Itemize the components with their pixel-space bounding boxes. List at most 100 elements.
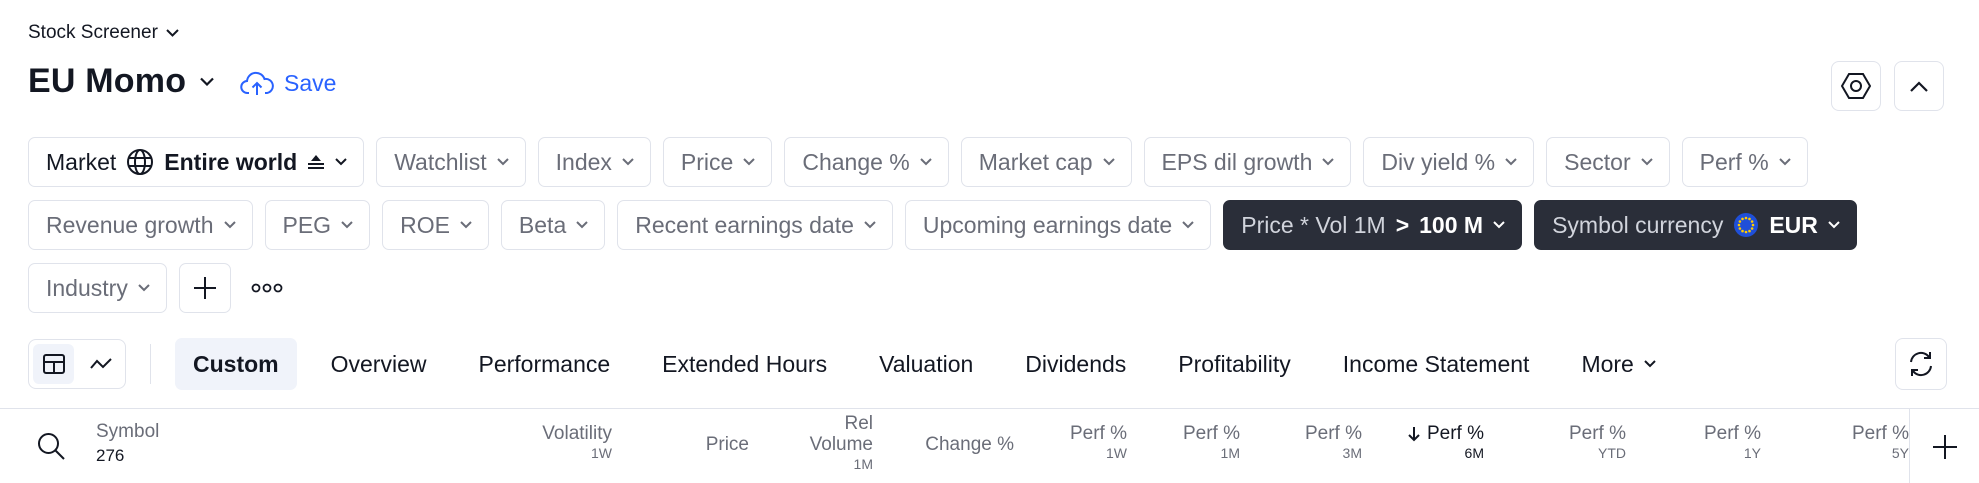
tab-income-statement[interactable]: Income Statement xyxy=(1325,338,1548,390)
column-perf-ytd[interactable]: Perf % YTD xyxy=(1569,423,1626,462)
filter-market-cap[interactable]: Market cap xyxy=(960,137,1132,187)
tab-extended-hours[interactable]: Extended Hours xyxy=(644,338,845,390)
save-label: Save xyxy=(284,70,337,96)
column-perf-1w[interactable]: Perf % 1W xyxy=(1070,423,1127,462)
column-label: Perf % xyxy=(1703,423,1761,444)
column-label: Rel Volume xyxy=(809,413,873,455)
column-perf-5y[interactable]: Perf % 5Y xyxy=(1852,423,1909,462)
filter-label: Industry xyxy=(46,274,128,301)
chevron-down-icon xyxy=(1493,221,1505,229)
column-rel-volume-1m[interactable]: Rel Volume 1M xyxy=(803,413,873,473)
column-volatility-1w[interactable]: Volatility 1W xyxy=(542,423,612,462)
filter-change-percent[interactable]: Change % xyxy=(784,137,949,187)
chevron-down-icon xyxy=(1182,221,1194,229)
tab-more-label: More xyxy=(1581,350,1634,377)
filter-price-vol-operator: > xyxy=(1395,211,1410,238)
save-button[interactable]: Save xyxy=(240,70,336,97)
sort-lines-icon xyxy=(308,155,325,169)
collapse-button[interactable] xyxy=(1894,61,1944,111)
chevron-down-icon xyxy=(1640,158,1653,166)
filter-price-vol[interactable]: Price * Vol 1M > 100 M xyxy=(1223,200,1523,250)
screener-title: Stock Screener xyxy=(28,22,158,43)
column-sub: 1M xyxy=(1220,445,1240,461)
tab-more[interactable]: More xyxy=(1563,338,1673,390)
screen-name-selector[interactable]: EU Momo xyxy=(28,62,214,101)
column-perf-1m[interactable]: Perf % 1M xyxy=(1183,423,1240,462)
filter-beta[interactable]: Beta xyxy=(500,200,606,250)
tab-profitability[interactable]: Profitability xyxy=(1160,338,1308,390)
refresh-button[interactable] xyxy=(1895,338,1947,390)
filter-label: EPS dil growth xyxy=(1161,148,1313,175)
eu-flag-icon xyxy=(1734,213,1759,237)
filter-sector[interactable]: Sector xyxy=(1546,137,1670,187)
symbol-header-label: Symbol xyxy=(96,421,160,442)
filter-label: Sector xyxy=(1564,148,1631,175)
filter-eps-dil-growth[interactable]: EPS dil growth xyxy=(1143,137,1352,187)
screen-name: EU Momo xyxy=(28,62,187,100)
filter-index[interactable]: Index xyxy=(537,137,651,187)
filter-market-value: Entire world xyxy=(164,148,298,175)
column-price[interactable]: Price xyxy=(706,434,749,455)
column-set-tabs: Custom Overview Performance Extended Hou… xyxy=(28,338,1690,390)
screener-menu[interactable]: Stock Screener xyxy=(28,22,179,44)
column-perf-1y[interactable]: Perf % 1Y xyxy=(1704,423,1761,462)
filters-row-2: Revenue growth PEG ROE Beta Recent earni… xyxy=(28,200,1857,250)
chevron-down-icon xyxy=(920,158,932,166)
filter-revenue-growth[interactable]: Revenue growth xyxy=(28,200,253,250)
filter-div-yield[interactable]: Div yield % xyxy=(1363,137,1535,187)
filter-label: Market cap xyxy=(978,148,1093,175)
filter-price[interactable]: Price xyxy=(662,137,773,187)
filter-perf[interactable]: Perf % xyxy=(1681,137,1808,187)
add-filter-button[interactable] xyxy=(178,263,231,313)
filter-label: Price xyxy=(680,148,734,175)
column-label: Perf % xyxy=(1851,423,1909,444)
filter-recent-earnings-date[interactable]: Recent earnings date xyxy=(617,200,893,250)
table-search-button[interactable] xyxy=(36,431,66,466)
chevron-down-icon xyxy=(223,221,236,229)
tab-overview[interactable]: Overview xyxy=(313,338,445,390)
chevron-down-icon xyxy=(138,284,150,292)
filter-label: PEG xyxy=(282,211,332,238)
column-sub: 1W xyxy=(591,445,612,461)
column-label: Perf % xyxy=(1069,423,1127,444)
column-sub: YTD xyxy=(1598,445,1626,461)
tab-dividends[interactable]: Dividends xyxy=(1007,338,1144,390)
chevron-down-icon xyxy=(496,158,509,166)
view-mode-toggle xyxy=(28,339,126,389)
tab-valuation[interactable]: Valuation xyxy=(861,338,991,390)
chevron-down-icon xyxy=(166,29,179,37)
filter-peg[interactable]: PEG xyxy=(264,200,371,250)
column-change-percent[interactable]: Change % xyxy=(925,434,1014,455)
column-label: Perf % xyxy=(1182,423,1240,444)
column-sub: 6M xyxy=(1464,445,1484,461)
search-icon xyxy=(38,433,65,460)
table-view-button[interactable] xyxy=(33,344,74,384)
filter-industry[interactable]: Industry xyxy=(28,263,167,313)
table-header: Symbol 276 Volatility 1W Price Rel Volum… xyxy=(0,408,1979,483)
tab-performance[interactable]: Performance xyxy=(460,338,628,390)
more-dots-icon xyxy=(251,283,283,293)
symbol-column-header[interactable]: Symbol 276 xyxy=(96,421,159,466)
chart-view-button[interactable] xyxy=(80,344,121,384)
filter-symbol-currency[interactable]: Symbol currency EUR xyxy=(1534,200,1857,250)
column-perf-6m[interactable]: Perf % 6M xyxy=(1407,423,1484,462)
filter-market[interactable]: Market Entire world xyxy=(28,137,365,187)
column-sub: 3M xyxy=(1342,445,1362,461)
chevron-down-icon xyxy=(743,158,756,166)
filter-upcoming-earnings-date[interactable]: Upcoming earnings date xyxy=(904,200,1212,250)
settings-button[interactable] xyxy=(1831,61,1881,111)
add-column-button[interactable] xyxy=(1909,409,1979,483)
more-filters-button[interactable] xyxy=(243,263,283,313)
filter-watchlist[interactable]: Watchlist xyxy=(376,137,526,187)
filter-label: Perf % xyxy=(1699,148,1769,175)
column-perf-3m[interactable]: Perf % 3M xyxy=(1305,423,1362,462)
chevron-down-icon xyxy=(335,158,347,166)
column-label: Perf % xyxy=(1304,423,1362,444)
chevron-down-icon xyxy=(864,221,876,229)
tab-custom[interactable]: Custom xyxy=(175,338,297,390)
filter-currency-value: EUR xyxy=(1769,211,1818,238)
arrow-down-icon xyxy=(1408,426,1420,441)
filter-roe[interactable]: ROE xyxy=(382,200,489,250)
chevron-down-icon xyxy=(1644,360,1656,368)
filter-label: Recent earnings date xyxy=(635,211,854,238)
